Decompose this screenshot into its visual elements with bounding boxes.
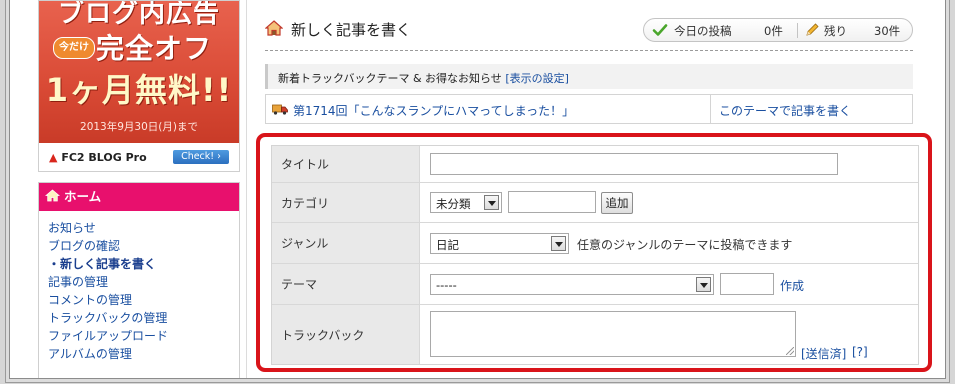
- sidebar-header-home[interactable]: ホーム: [39, 183, 239, 211]
- truck-icon: [272, 104, 288, 118]
- promo-banner-art: ブログ内広告 今だけ 完全オフ 1ヶ月無料!! 2013年9月30日(月)まで: [39, 1, 239, 143]
- category-label: カテゴリ: [281, 196, 330, 210]
- checkmark-icon: [652, 22, 668, 41]
- post-form: タイトル カテゴリ 未分類 追加 ジャンル 日記 任意のジャンルのテーマに投稿で…: [271, 145, 919, 365]
- remaining-value: 30件: [874, 24, 901, 38]
- title-input[interactable]: [430, 153, 838, 175]
- fc2-mark-icon: ▲: [49, 151, 58, 164]
- form-row-theme: テーマ ----- 作成: [272, 264, 918, 305]
- notice-text: 新着トラックバックテーマ & お得なお知らせ: [278, 72, 502, 85]
- notice-bar: 新着トラックバックテーマ & お得なお知らせ [表示の設定]: [265, 64, 913, 89]
- add-category-button[interactable]: 追加: [601, 192, 633, 214]
- genre-value-cell: 日記 任意のジャンルのテーマに投稿できます: [420, 223, 918, 263]
- sidebar-item-manage-trackbacks[interactable]: トラックバックの管理: [48, 309, 239, 327]
- title-label-cell: タイトル: [272, 146, 420, 182]
- promo-banner[interactable]: ブログ内広告 今だけ 完全オフ 1ヶ月無料!! 2013年9月30日(月)まで …: [38, 0, 240, 172]
- theme-value-cell: ----- 作成: [420, 264, 918, 304]
- post-stats: 今日の投稿 0件 残り 30件: [643, 18, 913, 42]
- pencil-icon: [804, 22, 820, 41]
- title-value-cell: [420, 146, 918, 182]
- sidebar-header-label: ホーム: [64, 189, 102, 204]
- sidebar-item-manage-posts[interactable]: 記事の管理: [48, 273, 239, 291]
- theme-row-separator: [710, 95, 711, 123]
- genre-select[interactable]: 日記: [430, 233, 569, 254]
- form-row-category: カテゴリ 未分類 追加: [272, 183, 918, 223]
- trackback-label: トラックバック: [281, 328, 365, 342]
- trackback-theme-link[interactable]: 第1714回「こんなスランプにハマってしまった！」: [293, 102, 574, 119]
- home-icon: [264, 20, 284, 39]
- sidebar-item-notices[interactable]: お知らせ: [48, 219, 239, 237]
- new-theme-input[interactable]: [720, 273, 774, 295]
- page-title: 新しく記事を書く: [291, 21, 412, 39]
- form-row-title: タイトル: [272, 146, 918, 183]
- promo-footer: ▲ FC2 BLOG Pro Check! ›: [39, 143, 239, 171]
- sidebar-item-view-blog[interactable]: ブログの確認: [48, 237, 239, 255]
- theme-select-value: -----: [436, 278, 457, 292]
- theme-label-cell: テーマ: [272, 264, 420, 304]
- genre-select-value: 日記: [436, 238, 459, 252]
- display-settings-link[interactable]: [表示の設定]: [505, 72, 569, 85]
- new-category-input[interactable]: [508, 191, 596, 213]
- remaining-label: 残り: [824, 24, 847, 38]
- column-divider: [246, 0, 247, 378]
- trackback-value-cell: [送信済] [?]: [420, 305, 918, 364]
- notice-text-wrap: 新着トラックバックテーマ & お得なお知らせ [表示の設定]: [278, 70, 569, 86]
- promo-offer: 1ヶ月無料!!: [45, 71, 233, 109]
- write-with-theme-link[interactable]: このテーマで記事を書く: [719, 102, 851, 119]
- trackback-help-link[interactable]: [?]: [852, 345, 868, 359]
- check-button[interactable]: Check! ›: [173, 150, 229, 164]
- sent-trackbacks-link[interactable]: [送信済]: [801, 345, 846, 362]
- app-window: ブログ内広告 今だけ 完全オフ 1ヶ月無料!! 2013年9月30日(月)まで …: [10, 0, 945, 378]
- today-posts-label: 今日の投稿: [674, 24, 732, 38]
- trackback-label-cell: トラックバック: [272, 305, 420, 364]
- sidebar-menu: お知らせ ブログの確認 ・新しく記事を書く 記事の管理 コメントの管理 トラック…: [39, 219, 239, 363]
- fc2-brand-name: FC2 BLOG Pro: [61, 151, 147, 164]
- create-theme-link[interactable]: 作成: [780, 277, 804, 294]
- dropdown-arrow-icon[interactable]: [696, 277, 711, 292]
- sidebar-item-file-upload[interactable]: ファイルアップロード: [48, 327, 239, 345]
- header-divider: [265, 50, 913, 51]
- resize-grip-icon[interactable]: [786, 347, 794, 355]
- category-label-cell: カテゴリ: [272, 183, 420, 222]
- theme-label: テーマ: [281, 277, 318, 292]
- sidebar-item-new-post[interactable]: ・新しく記事を書く: [48, 255, 239, 273]
- sidebar-nav: ホーム お知らせ ブログの確認 ・新しく記事を書く 記事の管理 コメントの管理 …: [38, 182, 240, 378]
- sidebar-item-manage-comments[interactable]: コメントの管理: [48, 291, 239, 309]
- sidebar-item-manage-albums[interactable]: アルバムの管理: [48, 345, 239, 363]
- genre-hint: 任意のジャンルのテーマに投稿できます: [577, 238, 793, 252]
- category-select[interactable]: 未分類: [430, 192, 502, 213]
- promo-date: 2013年9月30日(月)まで: [80, 121, 198, 133]
- theme-select[interactable]: -----: [430, 274, 714, 295]
- promo-headline: ブログ内広告: [57, 0, 220, 29]
- title-label: タイトル: [281, 157, 330, 172]
- form-highlight: タイトル カテゴリ 未分類 追加 ジャンル 日記 任意のジャンルのテーマに投稿で…: [256, 133, 932, 372]
- trackback-theme-row: 第1714回「こんなスランプにハマってしまった！」 このテーマで記事を書く: [265, 94, 913, 124]
- form-row-genre: ジャンル 日記 任意のジャンルのテーマに投稿できます: [272, 223, 918, 264]
- promo-subheadline: 完全オフ: [95, 32, 212, 65]
- genre-label: ジャンル: [281, 236, 329, 251]
- category-select-value: 未分類: [436, 197, 471, 211]
- home-icon: [44, 184, 61, 212]
- today-posts-value: 0件: [764, 24, 783, 38]
- dropdown-arrow-icon[interactable]: [551, 236, 566, 251]
- form-row-trackback: トラックバック [送信済] [?]: [272, 305, 918, 364]
- fc2-blog-pro-logo: ▲ FC2 BLOG Pro: [49, 151, 147, 164]
- genre-label-cell: ジャンル: [272, 223, 420, 263]
- trackback-textarea[interactable]: [430, 311, 796, 357]
- stats-separator: [797, 23, 798, 38]
- category-value-cell: 未分類 追加: [420, 183, 918, 222]
- dropdown-arrow-icon[interactable]: [484, 195, 499, 210]
